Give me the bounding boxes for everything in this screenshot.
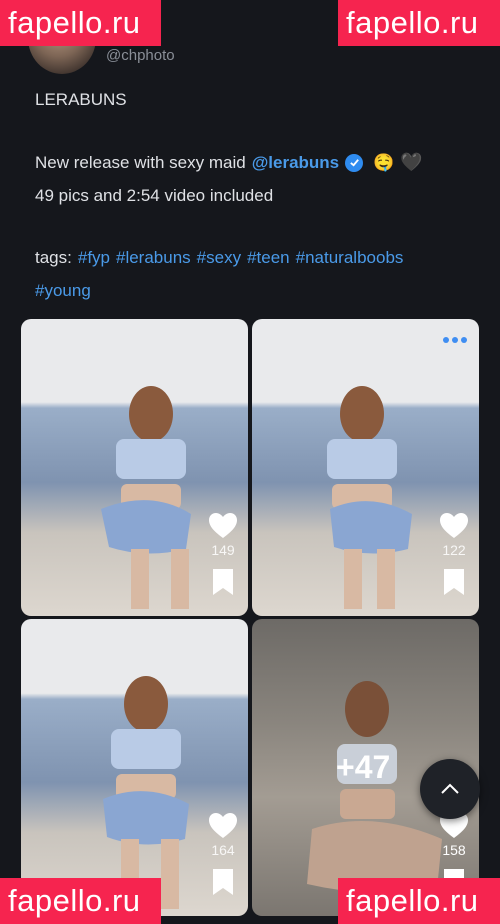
black-heart-icon: 🖤 [400, 152, 423, 172]
tag-link[interactable]: #fyp [78, 248, 110, 268]
gallery-tile[interactable]: 122 [252, 319, 479, 616]
tag-link[interactable]: #sexy [197, 248, 241, 268]
content-line: 49 pics and 2:54 video included [35, 186, 274, 205]
like-count: 164 [211, 842, 235, 858]
like-count: 149 [211, 542, 235, 558]
profile-handle[interactable]: @chphoto [106, 47, 175, 64]
bookmark-icon[interactable] [443, 568, 465, 596]
watermark: fapello.ru [338, 0, 500, 46]
heart-icon[interactable] [439, 512, 469, 540]
tile-actions: 164 [208, 812, 238, 896]
more-media-count[interactable]: +47 [336, 749, 390, 786]
gallery-tile[interactable]: 149 [21, 319, 248, 616]
release-line: New release with sexy maid @lerabuns 🤤 🖤 [35, 152, 423, 173]
like-count: 158 [442, 842, 466, 858]
heart-icon[interactable] [208, 512, 238, 540]
tile-actions: 149 [208, 512, 238, 596]
verified-badge-icon [345, 153, 364, 172]
chevron-up-icon [441, 783, 459, 794]
tag-link[interactable]: #young [35, 281, 91, 301]
tags-row-1: tags: #fyp #lerabuns #sexy #teen #natura… [35, 248, 403, 268]
tags-row-2: #young [35, 281, 91, 301]
heart-icon[interactable] [208, 812, 238, 840]
gallery-tile[interactable]: 164 [21, 619, 248, 916]
watermark: fapello.ru [338, 878, 500, 924]
bookmark-icon[interactable] [212, 568, 234, 596]
watermark: fapello.ru [0, 878, 161, 924]
mention-link[interactable]: @lerabuns [252, 153, 339, 173]
tag-link[interactable]: #teen [247, 248, 290, 268]
tags-label: tags: [35, 248, 72, 267]
like-count: 122 [442, 542, 466, 558]
drooling-face-icon: 🤤 [373, 152, 395, 172]
watermark: fapello.ru [0, 0, 161, 46]
bookmark-icon[interactable] [212, 868, 234, 896]
post-title: LERABUNS [35, 90, 127, 109]
tag-link[interactable]: #naturalboobs [296, 248, 404, 268]
release-text: New release with sexy maid [35, 152, 246, 172]
tag-link[interactable]: #lerabuns [116, 248, 191, 268]
more-options-icon[interactable] [443, 337, 467, 343]
scroll-to-top-button[interactable] [420, 759, 480, 819]
tile-actions: 122 [439, 512, 469, 596]
